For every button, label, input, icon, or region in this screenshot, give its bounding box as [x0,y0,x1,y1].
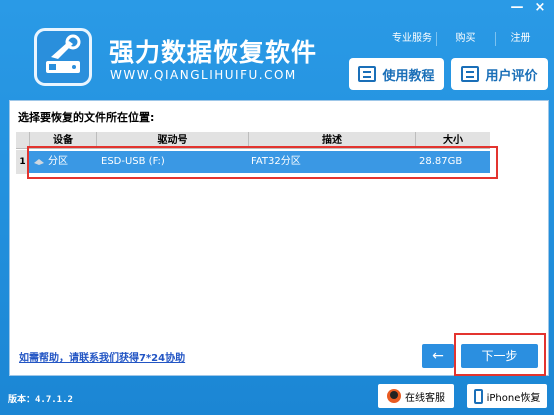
close-button[interactable]: × [529,0,551,16]
location-prompt: 选择要恢复的文件所在位置: [18,111,155,124]
online-service-label: 在线客服 [405,392,445,404]
buy-link[interactable]: 购买 [436,32,494,46]
app-logo-icon [34,28,92,86]
phone-icon [473,388,483,404]
iphone-recovery-label: iPhone恢复 [486,392,541,404]
iphone-recovery-button[interactable]: iPhone恢复 [467,384,547,408]
register-link[interactable]: 注册 [495,32,545,46]
user-review-button[interactable]: 用户评价 [451,58,548,90]
back-button[interactable]: ← [422,344,454,368]
help-link[interactable]: 如需帮助，请联系我们获得7*24协助 [19,349,185,364]
version-label: 版本：4.7.1.2 [8,395,73,405]
qq-icon [387,389,401,403]
minimize-button[interactable]: — [506,0,528,16]
user-review-button-label: 用户评价 [485,68,538,84]
pro-service-link[interactable]: 专业服务 [389,32,435,46]
row-highlight-box [27,146,498,179]
tutorial-button[interactable]: 使用教程 [349,58,444,90]
document-icon [358,66,377,82]
tutorial-button-label: 使用教程 [382,68,435,84]
next-highlight-box [454,333,546,376]
main-panel: 选择要恢复的文件所在位置: 设备 驱动号 描述 大小 1 分区 ESD-USB … [9,100,549,376]
app-url: WWW.QIANGLIHUIFU.COM [110,68,297,82]
app-title: 强力数据恢复软件 [109,38,318,67]
app-window: — × 强力数据恢复软件 WWW.QIANGLIHUIFU.COM 专业服务 购… [0,0,554,415]
online-service-button[interactable]: 在线客服 [378,384,454,408]
comment-icon [461,66,480,82]
